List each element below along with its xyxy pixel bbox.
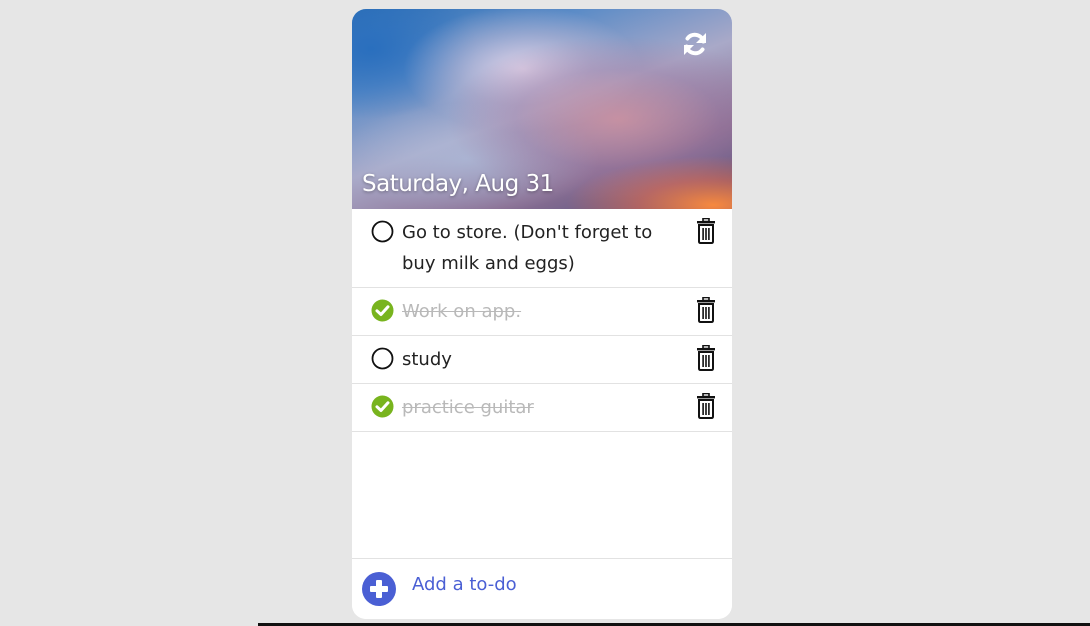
add-todo-label[interactable]: Add a to-do <box>412 574 517 595</box>
plus-circle-icon <box>362 572 396 606</box>
todo-list: Go to store. (Don't forget to buy milk a… <box>352 209 732 432</box>
add-todo-button[interactable] <box>362 572 396 606</box>
todo-item: practice guitar <box>352 384 732 432</box>
checked-circle-icon[interactable] <box>371 299 394 322</box>
checked-circle-icon[interactable] <box>371 395 394 418</box>
todo-item: study <box>352 336 732 384</box>
todo-item: Go to store. (Don't forget to buy milk a… <box>352 209 732 288</box>
refresh-icon <box>684 32 706 56</box>
todo-text: Work on app. <box>402 301 522 322</box>
todo-card: Saturday, Aug 31 Go to store. (Don't for… <box>352 9 732 619</box>
trash-icon[interactable] <box>696 345 716 371</box>
trash-icon[interactable] <box>696 297 716 323</box>
add-todo-bar: Add a to-do <box>352 558 732 619</box>
date-heading: Saturday, Aug 31 <box>362 171 554 197</box>
trash-icon[interactable] <box>696 218 716 244</box>
todo-text: practice guitar <box>402 397 534 418</box>
todo-text: study <box>402 349 452 370</box>
todo-text: Go to store. (Don't forget to buy milk a… <box>402 222 653 274</box>
header-sky-image: Saturday, Aug 31 <box>352 9 732 209</box>
unchecked-circle-icon[interactable] <box>371 220 394 243</box>
unchecked-circle-icon[interactable] <box>371 347 394 370</box>
trash-icon[interactable] <box>696 393 716 419</box>
todo-item: Work on app. <box>352 288 732 336</box>
refresh-button[interactable] <box>680 29 710 59</box>
